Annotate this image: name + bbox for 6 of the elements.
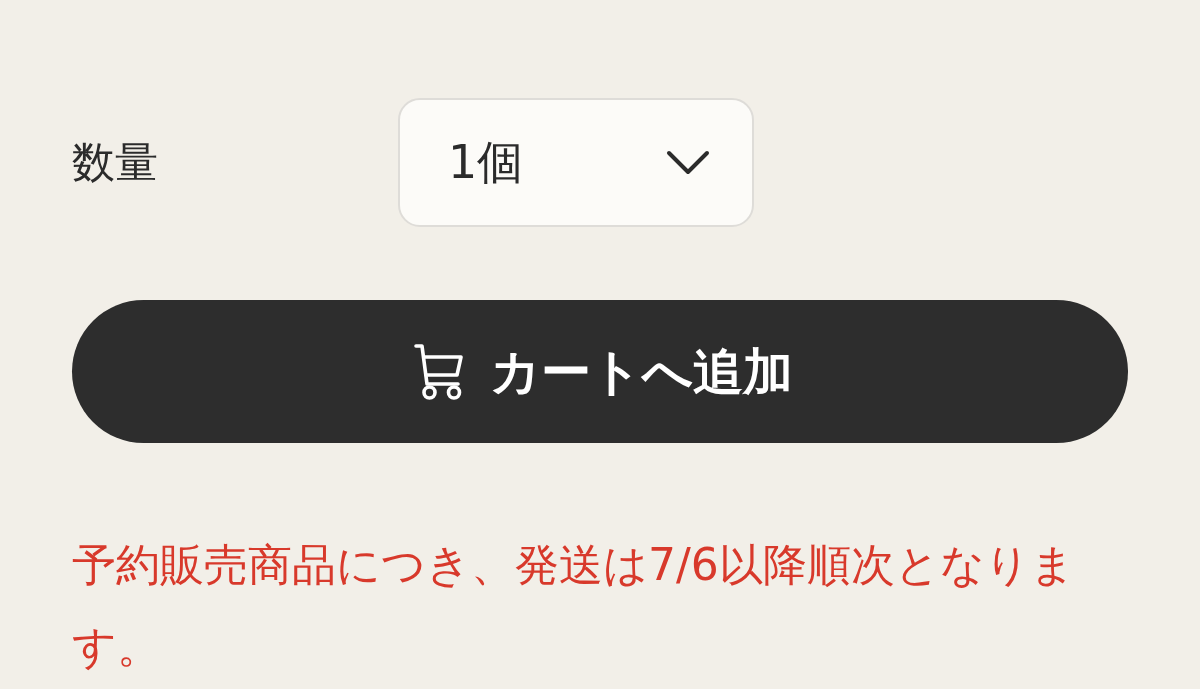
cart-icon (413, 343, 464, 400)
preorder-notice: 予約販売商品につき、発送は7/6以降順次となります。 (72, 538, 1076, 674)
add-to-cart-button[interactable]: カートへ追加 (72, 300, 1128, 443)
quantity-select[interactable]: 1個 (398, 98, 754, 227)
quantity-label: 数量 (72, 136, 159, 189)
chevron-down-icon (666, 149, 710, 176)
